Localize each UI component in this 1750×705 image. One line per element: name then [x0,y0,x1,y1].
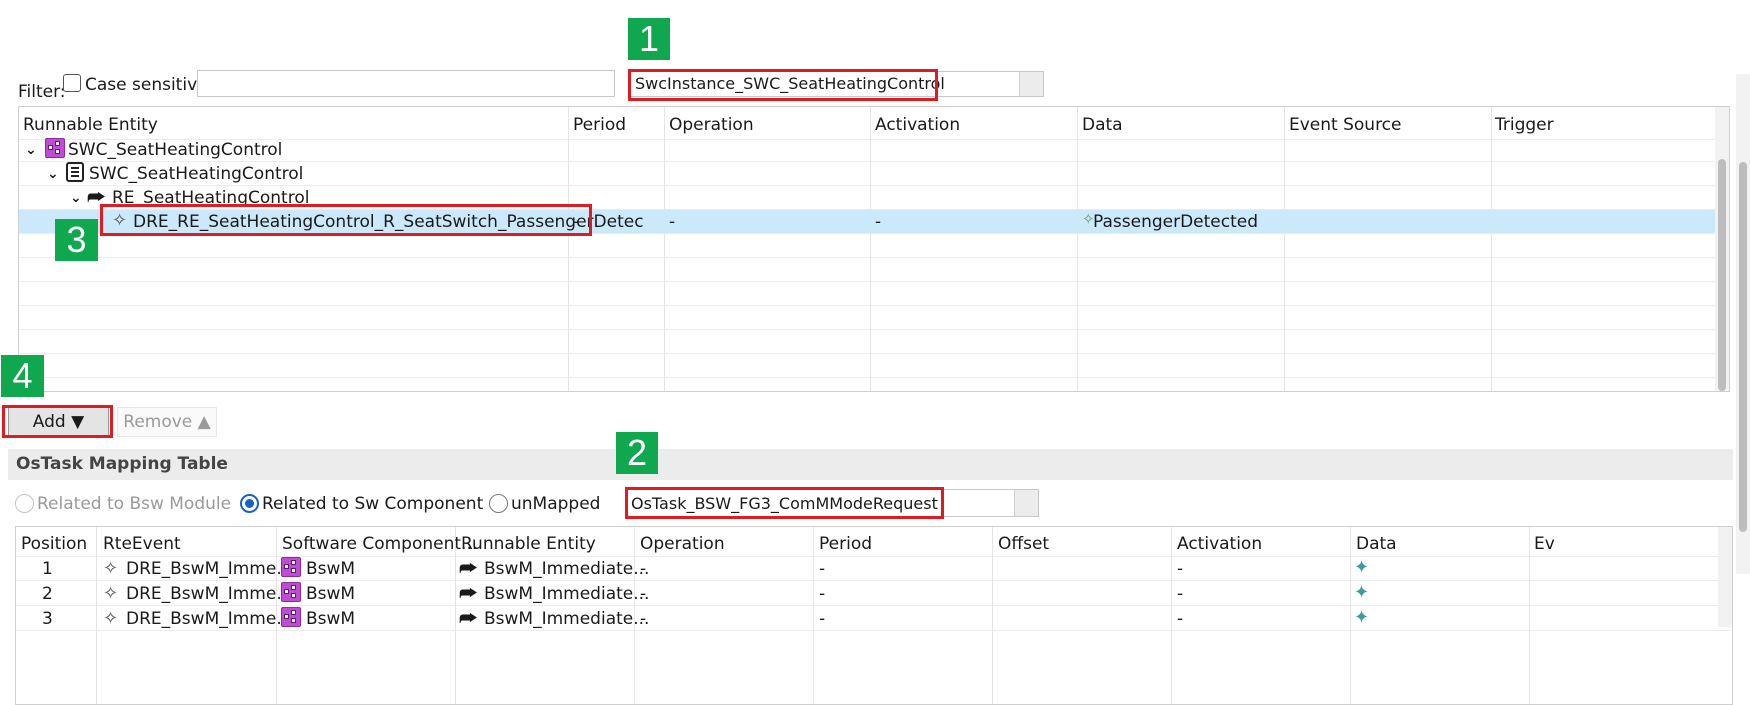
component-icon [281,607,301,627]
runnable-entity-tree-table[interactable]: Runnable Entity Period Operation Activat… [18,106,1730,392]
row-period: - [819,584,826,604]
row-activation: - [1177,559,1184,579]
callout-marker-2: 2 [616,432,658,474]
table-row[interactable]: 3 ✧ DRE_BswM_Imme... BswM ⮫ BswM_Immedia… [16,607,1732,631]
row-period: - [819,609,826,629]
data-element-icon: ✦ [1354,557,1370,578]
row-activation: - [1177,584,1184,604]
event-diamond-icon: ✧ [103,583,119,604]
component-icon [281,557,301,577]
chevron-down-icon[interactable]: ⌄ [70,190,82,206]
event-diamond-icon: ✧ [103,558,119,579]
lower-vertical-scrollbar[interactable] [1718,527,1732,627]
filter-text-input[interactable] [197,70,615,97]
data-element-icon: ✦ [1354,582,1370,603]
row-rte-event: DRE_BswM_Imme... [126,609,293,629]
component-icon [45,138,65,158]
highlight-box-add [2,405,113,438]
radio-unmapped[interactable] [489,494,508,513]
lower-col-header-activation[interactable]: Activation [1177,534,1262,554]
upper-vertical-scrollbar[interactable] [1715,107,1729,391]
highlight-box-event [100,204,592,236]
radio-label-unmapped: unMapped [511,494,601,514]
row-position: 2 [42,584,53,604]
radio-label-bsw-module: Related to Bsw Module [37,494,232,514]
lower-col-header-operation[interactable]: Operation [640,534,725,554]
lower-col-header-period[interactable]: Period [819,534,872,554]
page-vertical-scrollbar[interactable] [1736,74,1750,574]
table-row[interactable]: 2 ✧ DRE_BswM_Imme... BswM ⮫ BswM_Immedia… [16,582,1732,606]
col-header-runnable-entity[interactable]: Runnable Entity [23,115,158,135]
row-operation: - [640,559,647,579]
selected-operation: - [669,212,676,232]
col-header-operation[interactable]: Operation [669,115,754,135]
remove-button[interactable]: Remove ▲ [117,407,217,437]
runnable-arrow-icon: ⮫ [459,581,478,605]
row-runnable-entity: BswM_Immediate... [484,584,650,604]
data-element-icon: ✦ [1354,607,1370,628]
row-operation: - [640,584,647,604]
prototype-icon [66,162,84,182]
highlight-box-swc [628,69,938,101]
selected-activation: - [875,212,882,232]
filter-label: Filter: [18,82,66,102]
callout-marker-3: 3 [55,219,98,261]
radio-label-sw-component: Related to Sw Component [262,494,484,514]
col-header-period[interactable]: Period [573,115,626,135]
lower-col-header-data[interactable]: Data [1356,534,1397,554]
lower-col-header-runnable-entity[interactable]: Runnable Entity [461,534,596,554]
lower-col-header-position[interactable]: Position [21,534,87,554]
lower-col-header-event-source[interactable]: Ev [1534,534,1555,554]
case-sensitive-checkbox[interactable] [63,74,81,92]
row-runnable-entity: BswM_Immediate... [484,559,650,579]
swc-combo-dropdown-button[interactable] [1019,72,1043,96]
tree-label-swc-type: SWC_SeatHeatingControl [68,140,283,160]
chevron-down-icon[interactable]: ⌄ [25,142,37,158]
col-header-activation[interactable]: Activation [875,115,960,135]
row-software-component: BswM [306,559,356,579]
lower-col-header-offset[interactable]: Offset [998,534,1049,554]
selected-data: PassengerDetected [1093,212,1259,232]
lower-col-header-rte-event[interactable]: RteEvent [103,534,181,554]
table-row[interactable]: 1 ✧ DRE_BswM_Imme... BswM ⮫ BswM_Immedia… [16,557,1732,581]
row-runnable-entity: BswM_Immediate... [484,609,650,629]
radio-related-sw-component[interactable] [240,494,259,513]
radio-related-bsw-module[interactable] [15,494,34,513]
ostask-mapping-table[interactable]: Position RteEvent Software Component... … [15,526,1733,705]
ostask-combo-dropdown-button[interactable] [1014,490,1038,516]
lower-col-header-software-component[interactable]: Software Component... [282,534,477,554]
row-position: 3 [42,609,53,629]
row-position: 1 [42,559,53,579]
highlight-box-ostask [625,487,944,519]
row-rte-event: DRE_BswM_Imme... [126,584,293,604]
runnable-arrow-icon: ⮫ [459,556,478,580]
row-operation: - [640,609,647,629]
row-software-component: BswM [306,609,356,629]
row-software-component: BswM [306,584,356,604]
component-icon [281,582,301,602]
callout-marker-1: 1 [628,18,670,60]
col-header-event-source[interactable]: Event Source [1289,115,1402,135]
tree-label-swc-prototype: SWC_SeatHeatingControl [89,164,304,184]
callout-marker-4: 4 [1,355,44,397]
row-rte-event: DRE_BswM_Imme... [126,559,293,579]
runnable-arrow-icon: ⮫ [459,606,478,630]
row-period: - [819,559,826,579]
case-sensitive-label: Case sensitive [85,75,208,95]
col-header-data[interactable]: Data [1082,115,1123,135]
chevron-down-icon[interactable]: ⌄ [47,166,59,182]
upper-scrollbar-thumb[interactable] [1718,159,1726,391]
ostask-mapping-table-title: OsTask Mapping Table [8,449,1733,480]
event-diamond-icon: ✧ [103,608,119,629]
row-activation: - [1177,609,1184,629]
col-header-trigger[interactable]: Trigger [1495,115,1554,135]
page-scrollbar-thumb[interactable] [1739,162,1747,532]
